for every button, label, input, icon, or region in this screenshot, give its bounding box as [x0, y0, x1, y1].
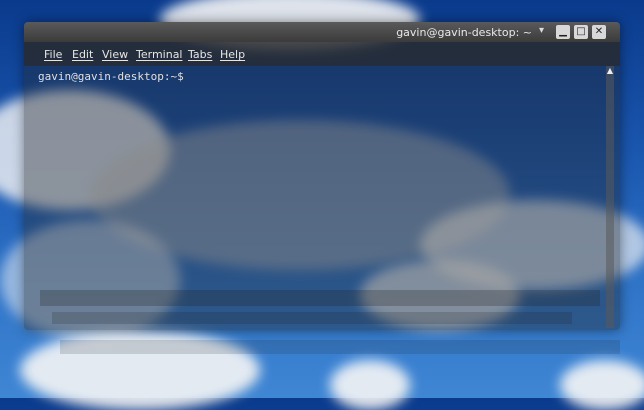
- menu-file[interactable]: File: [44, 48, 62, 61]
- menu-help[interactable]: Help: [220, 48, 245, 61]
- menubar: File Edit View Terminal Tabs Help: [24, 42, 620, 66]
- maximize-icon[interactable]: □: [574, 25, 588, 39]
- menu-edit[interactable]: Edit: [72, 48, 93, 61]
- terminal-window[interactable]: gavin@gavin-desktop: ~ ▾ ▁ □ ✕ File Edit…: [24, 22, 620, 330]
- menu-terminal[interactable]: Terminal: [136, 48, 183, 61]
- render-artifact: [52, 312, 572, 324]
- menu-view[interactable]: View: [102, 48, 128, 61]
- render-artifact: [60, 340, 620, 354]
- chevron-down-icon[interactable]: ▾: [539, 25, 544, 36]
- menu-tabs[interactable]: Tabs: [188, 48, 212, 61]
- close-icon[interactable]: ✕: [592, 25, 606, 39]
- scrollbar[interactable]: [606, 66, 614, 328]
- cloud: [560, 360, 644, 410]
- window-titlebar[interactable]: gavin@gavin-desktop: ~ ▾ ▁ □ ✕: [24, 22, 620, 42]
- shell-prompt: gavin@gavin-desktop:~$: [38, 70, 184, 83]
- minimize-icon[interactable]: ▁: [556, 25, 570, 39]
- window-title: gavin@gavin-desktop: ~: [396, 26, 532, 39]
- cloud: [330, 360, 410, 410]
- render-artifact: [40, 290, 600, 306]
- arrow-up-icon[interactable]: ▲: [606, 66, 614, 76]
